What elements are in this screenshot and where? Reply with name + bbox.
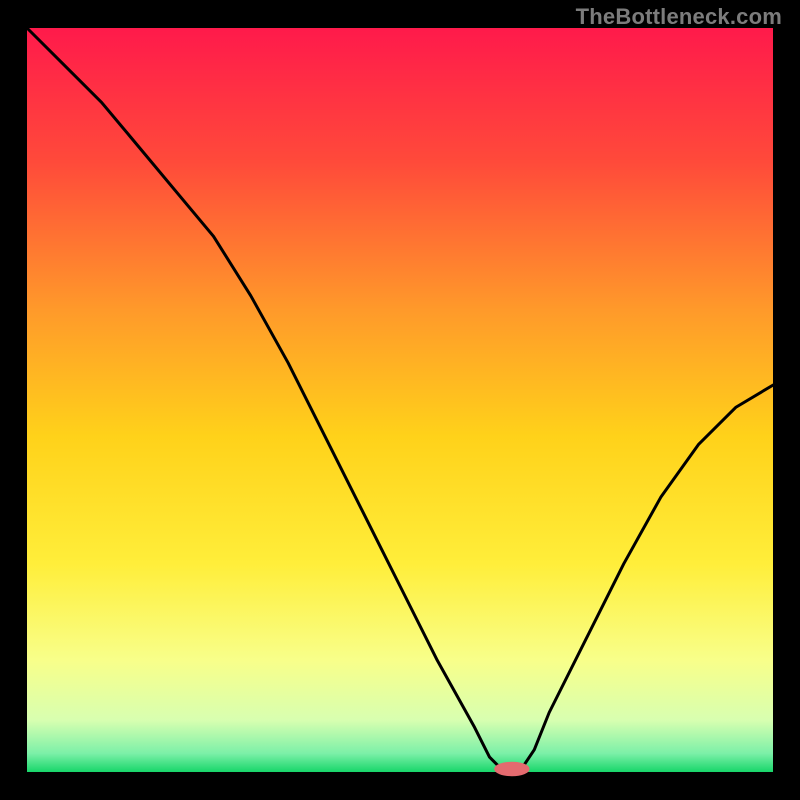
plot-area-rect [27,28,773,772]
optimum-marker [495,762,529,775]
bottleneck-chart [0,0,800,800]
chart-frame: { "watermark": "TheBottleneck.com", "col… [0,0,800,800]
